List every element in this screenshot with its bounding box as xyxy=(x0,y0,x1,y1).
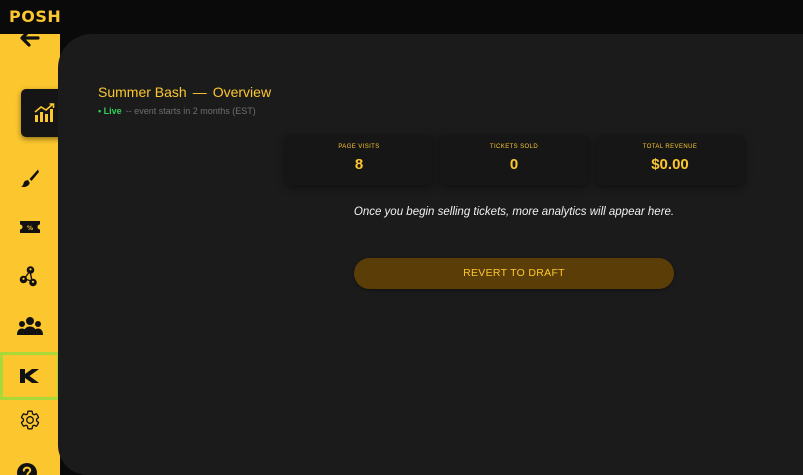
stat-value: 0 xyxy=(509,156,519,173)
event-status: • Live -- event starts in 2 months (EST) xyxy=(98,106,256,116)
top-bar: POSH xyxy=(0,0,803,34)
main-panel xyxy=(58,34,803,475)
posh-logo[interactable]: POSH xyxy=(9,8,61,26)
status-detail: -- event starts in 2 months (EST) xyxy=(125,106,256,116)
analytics-message: Once you begin selling tickets, more ana… xyxy=(353,206,675,218)
sidebar-item-design[interactable] xyxy=(0,156,60,200)
stat-value: $0.00 xyxy=(651,156,689,173)
section-name: Overview xyxy=(212,84,272,100)
sidebar-item-help[interactable] xyxy=(16,462,38,475)
back-button[interactable] xyxy=(14,34,46,50)
event-name: Summer Bash xyxy=(98,84,187,100)
stat-label: TOTAL REVENUE xyxy=(642,144,698,150)
analytics-chart-icon xyxy=(34,103,55,122)
sidebar-item-attendees[interactable] xyxy=(0,304,60,348)
help-icon xyxy=(17,463,37,475)
stat-value: 8 xyxy=(354,156,364,173)
ticket-icon: % xyxy=(20,221,40,233)
gear-icon xyxy=(20,410,40,430)
svg-text:%: % xyxy=(27,225,33,232)
page-title: Summer Bash — Overview xyxy=(98,84,271,100)
sidebar-item-tickets[interactable]: % xyxy=(0,205,60,249)
status-dot: • xyxy=(98,106,102,116)
status-live-label: Live xyxy=(103,106,122,116)
paintbrush-icon xyxy=(21,169,39,188)
sidebar-item-settings[interactable] xyxy=(0,398,60,442)
arrow-left-icon xyxy=(20,34,40,47)
kickback-k-icon xyxy=(20,369,39,383)
stat-label: TICKETS SOLD xyxy=(489,144,539,150)
people-group-icon xyxy=(17,317,43,335)
revert-to-draft-button[interactable]: REVERT TO DRAFT xyxy=(354,258,674,289)
user-network-icon xyxy=(19,266,37,287)
stat-card-tickets-sold: TICKETS SOLD 0 xyxy=(440,135,588,185)
stat-card-page-visits: PAGE VISITS 8 xyxy=(285,135,433,185)
stat-card-total-revenue: TOTAL REVENUE $0.00 xyxy=(596,135,744,185)
sidebar-item-team[interactable] xyxy=(0,254,60,298)
stat-label: PAGE VISITS xyxy=(338,144,380,150)
title-separator: — xyxy=(192,84,207,100)
sidebar-item-kickback[interactable] xyxy=(0,352,60,400)
